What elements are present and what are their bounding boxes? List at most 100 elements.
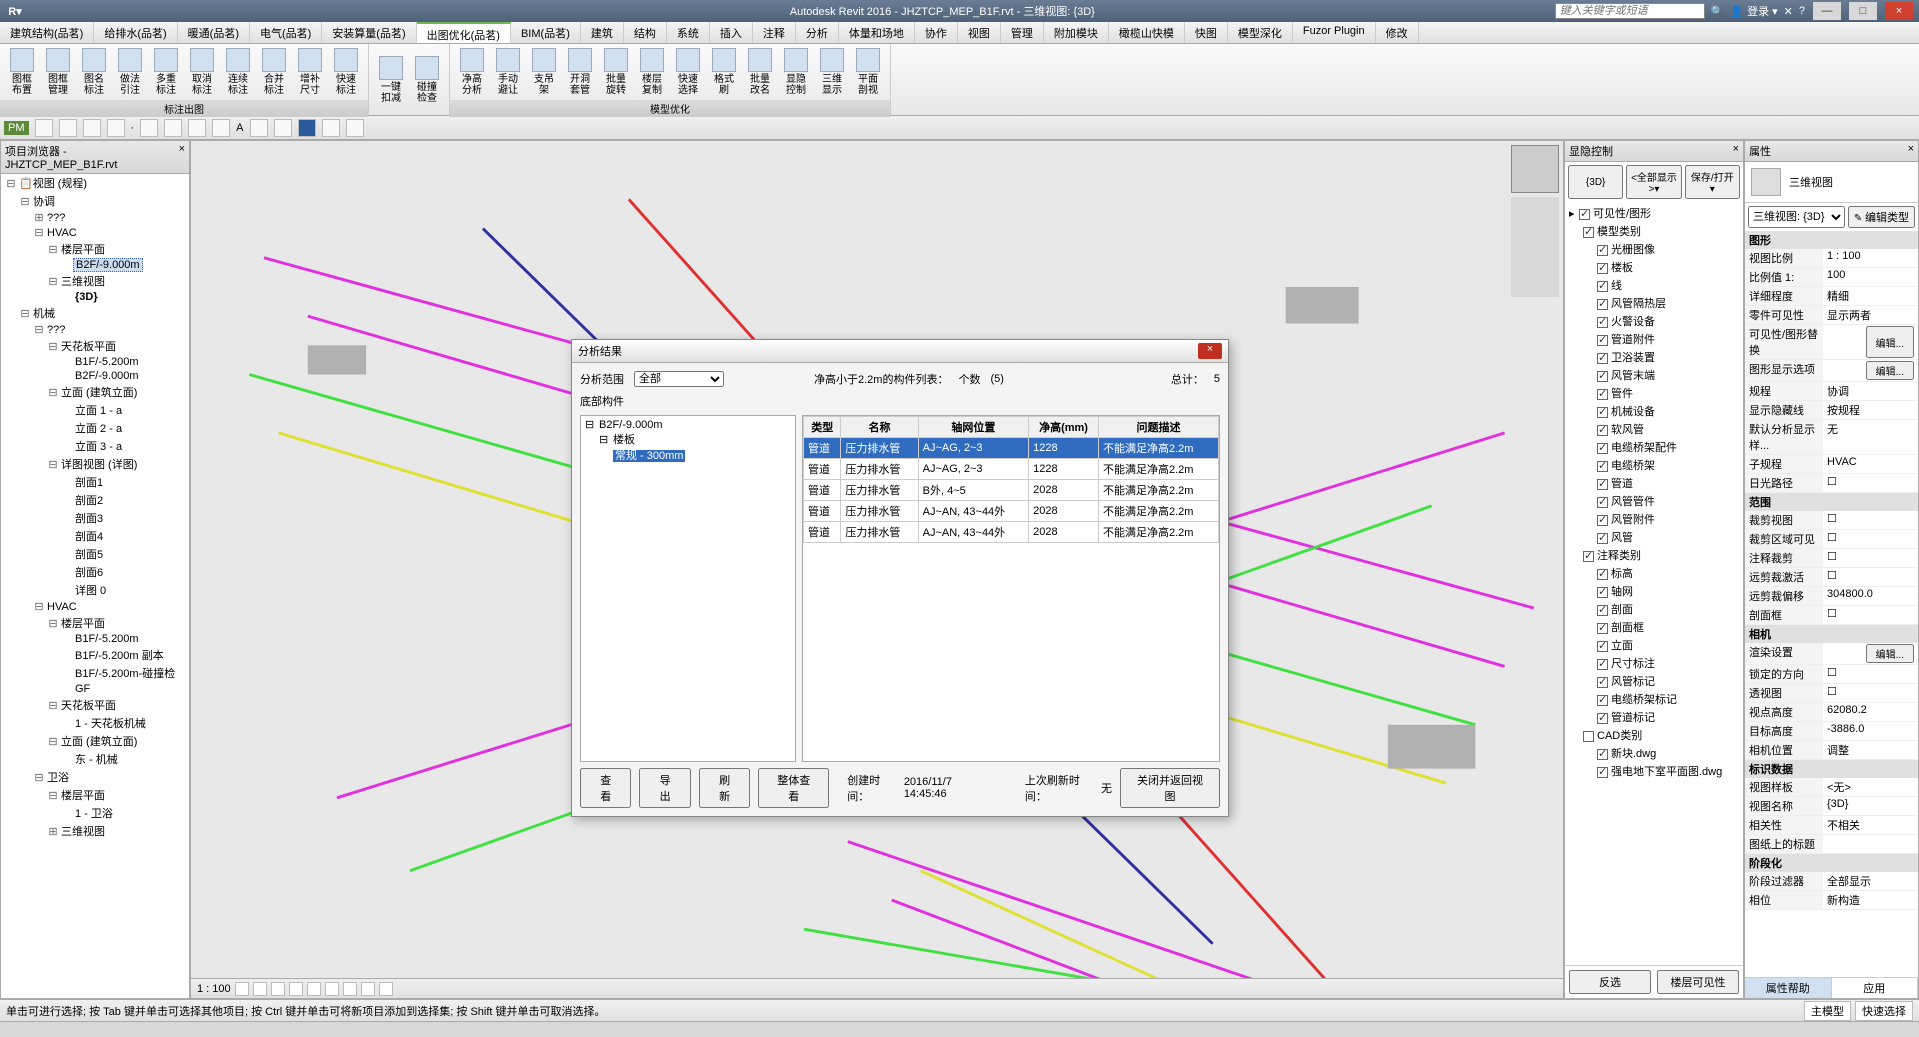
checkbox[interactable] [1597, 659, 1608, 670]
visibility-node[interactable]: 电缆桥架 [1567, 456, 1741, 474]
ribbon-tab[interactable]: 修改 [1376, 22, 1419, 43]
export-button[interactable]: 导出 [639, 768, 690, 808]
ribbon-tab[interactable]: 管理 [1001, 22, 1044, 43]
property-row[interactable]: 详细程度精细 [1745, 287, 1918, 306]
ribbon-button[interactable]: 支吊架 [526, 46, 562, 98]
ribbon-button[interactable]: 取消标注 [184, 46, 220, 98]
visibility-node[interactable]: 管道附件 [1567, 330, 1741, 348]
table-row[interactable]: 管道压力排水管B外, 4~52028不能满足净高2.2m [804, 480, 1219, 501]
opt-icon-active[interactable] [298, 119, 316, 137]
ribbon-button[interactable]: 多重标注 [148, 46, 184, 98]
property-row[interactable]: 剖面框☐ [1745, 606, 1918, 625]
tree-node[interactable]: 1 - 卫浴 [1, 804, 189, 822]
property-row[interactable]: 显示隐藏线按规程 [1745, 401, 1918, 420]
checkbox[interactable] [1583, 551, 1594, 562]
ribbon-tab[interactable]: 附加模块 [1044, 22, 1109, 43]
visibility-node[interactable]: 风管末端 [1567, 366, 1741, 384]
panel-close-icon[interactable]: × [1733, 143, 1739, 159]
vc-icon[interactable] [289, 982, 303, 996]
dialog-close-button[interactable]: × [1198, 343, 1222, 359]
ribbon-tab[interactable]: 结构 [624, 22, 667, 43]
type-selector[interactable]: 三维视图: {3D} [1748, 206, 1845, 228]
table-header[interactable]: 类型 [804, 417, 841, 438]
opt-icon[interactable] [322, 119, 340, 137]
login-button[interactable]: 👤 登录 ▾ [1730, 3, 1777, 19]
opt-icon[interactable] [140, 119, 158, 137]
ribbon-button[interactable]: 显隐控制 [778, 46, 814, 98]
visibility-node[interactable]: 剖面 [1567, 600, 1741, 618]
checkbox[interactable] [1597, 335, 1608, 346]
vc-icon[interactable] [343, 982, 357, 996]
ribbon-tab[interactable]: 电气(品茗) [250, 22, 322, 43]
checkbox[interactable] [1597, 299, 1608, 310]
checkbox[interactable] [1597, 569, 1608, 580]
checkbox[interactable] [1597, 533, 1608, 544]
ribbon-tab[interactable]: 建筑 [581, 22, 624, 43]
checkbox[interactable] [1583, 731, 1594, 742]
tree-node[interactable]: B1F/-5.200m-碰撞检 [1, 664, 189, 682]
property-row[interactable]: 子规程HVAC [1745, 455, 1918, 474]
vis-3d-button[interactable]: {3D} [1568, 165, 1623, 199]
visibility-node[interactable]: 电缆桥架配件 [1567, 438, 1741, 456]
opt-icon[interactable] [107, 119, 125, 137]
checkbox[interactable] [1597, 425, 1608, 436]
vc-icon[interactable] [379, 982, 393, 996]
tree-node[interactable]: ⊟详图视图 (详图) [1, 455, 189, 473]
table-header[interactable]: 名称 [841, 417, 918, 438]
ribbon-tab[interactable]: 安装算量(品茗) [322, 22, 416, 43]
tree-node[interactable]: 剖面2 [1, 491, 189, 509]
checkbox[interactable] [1597, 515, 1608, 526]
ribbon-button[interactable]: 图名标注 [76, 46, 112, 98]
opt-icon[interactable] [250, 119, 268, 137]
opt-icon[interactable] [188, 119, 206, 137]
checkbox[interactable] [1597, 443, 1608, 454]
checkbox[interactable] [1597, 353, 1608, 364]
panel-close-icon[interactable]: × [1908, 143, 1914, 159]
ribbon-tab[interactable]: 建筑结构(品茗) [0, 22, 94, 43]
tree-node[interactable]: 剖面5 [1, 545, 189, 563]
property-edit-button[interactable]: 编辑... [1866, 644, 1914, 663]
app-icon[interactable]: R▾ [0, 5, 30, 18]
infocenter-icon[interactable]: 🔍 [1711, 5, 1725, 18]
tree-node[interactable]: ⊟机械 [1, 304, 189, 322]
tree-node[interactable]: 剖面3 [1, 509, 189, 527]
checkbox[interactable] [1597, 245, 1608, 256]
refresh-button[interactable]: 刷新 [699, 768, 750, 808]
property-edit-button[interactable]: 编辑... [1866, 326, 1914, 358]
property-help-button[interactable]: 属性帮助 [1745, 978, 1832, 998]
ribbon-tab[interactable]: 系统 [667, 22, 710, 43]
property-row[interactable]: 远剪裁激活☐ [1745, 568, 1918, 587]
property-group[interactable]: 图形 [1745, 231, 1918, 249]
property-row[interactable]: 图形显示选项编辑... [1745, 360, 1918, 382]
property-row[interactable]: 比例值 1:100 [1745, 268, 1918, 287]
tree-node[interactable]: 1 - 天花板机械 [1, 714, 189, 732]
ribbon-button[interactable]: 批量旋转 [598, 46, 634, 98]
project-browser-tree[interactable]: ⊟📋视图 (规程)⊟协调⊞???⊟HVAC⊟楼层平面B2F/-9.000m⊟三维… [1, 174, 189, 998]
checkbox[interactable] [1597, 317, 1608, 328]
visibility-node[interactable]: 立面 [1567, 636, 1741, 654]
table-header[interactable]: 净高(mm) [1029, 417, 1099, 438]
tree-node[interactable]: ⊟📋视图 (规程) [1, 174, 189, 192]
property-row[interactable]: 相位新构造 [1745, 891, 1918, 910]
close-button[interactable]: × [1885, 2, 1913, 20]
property-row[interactable]: 规程协调 [1745, 382, 1918, 401]
visibility-node[interactable]: 风管 [1567, 528, 1741, 546]
reverse-button[interactable]: 反选 [1569, 970, 1651, 994]
tree-node[interactable]: B1F/-5.200m [1, 355, 189, 369]
tree-node[interactable]: ⊟立面 (建筑立面) [1, 732, 189, 750]
property-row[interactable]: 目标高度-3886.0 [1745, 722, 1918, 741]
dialog-tree[interactable]: ⊟B2F/-9.000m⊟楼板常规 - 300mm [580, 415, 796, 762]
ribbon-button[interactable]: 一键扣减 [373, 54, 409, 106]
vc-icon[interactable] [361, 982, 375, 996]
visibility-node[interactable]: 风管附件 [1567, 510, 1741, 528]
floor-vis-button[interactable]: 楼层可见性 [1657, 970, 1739, 994]
ribbon-button[interactable]: 楼层复制 [634, 46, 670, 98]
property-row[interactable]: 远剪裁偏移304800.0 [1745, 587, 1918, 606]
help-search-input[interactable] [1555, 3, 1705, 19]
tree-node[interactable]: ⊟楼层平面 [1, 240, 189, 258]
vc-icon[interactable] [235, 982, 249, 996]
close-return-button[interactable]: 关闭并返回视图 [1120, 768, 1220, 808]
visibility-node[interactable]: 卫浴装置 [1567, 348, 1741, 366]
visibility-node[interactable]: 风管标记 [1567, 672, 1741, 690]
tree-node[interactable]: B2F/-9.000m [1, 369, 189, 383]
